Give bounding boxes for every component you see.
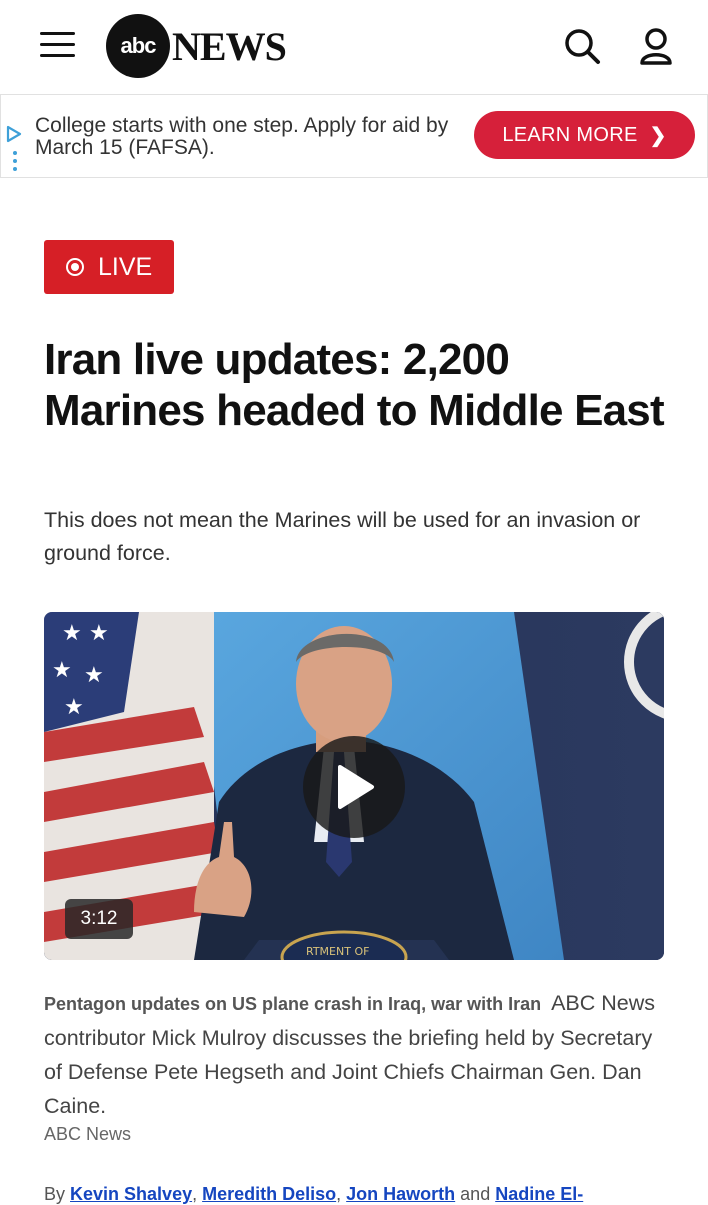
article-dek: This does not mean the Marines will be u… [44, 508, 641, 565]
user-icon[interactable] [636, 26, 676, 66]
abc-logo-mark: abc [106, 14, 170, 78]
live-dot-icon [66, 258, 84, 276]
hamburger-icon[interactable] [40, 30, 76, 60]
author-link[interactable]: Jon Haworth [346, 1184, 455, 1204]
ad-choices-icon[interactable] [5, 123, 23, 173]
svg-text:★: ★ [84, 663, 104, 688]
byline: By Kevin Shalvey, Meredith Deliso, Jon H… [44, 1184, 584, 1204]
svg-text:★: ★ [62, 621, 82, 646]
video-caption: Pentagon updates on US plane crash in Ir… [44, 986, 664, 1123]
learn-more-button[interactable]: LEARN MORE ❯ [474, 111, 695, 159]
ad-text[interactable]: College starts with one step. Apply for … [35, 115, 455, 159]
abc-news-logo[interactable]: abc NEWS [106, 14, 287, 78]
svg-text:★: ★ [64, 695, 84, 720]
video-caption-title: Pentagon updates on US plane crash in Ir… [44, 994, 542, 1014]
author-link[interactable]: Meredith Deliso [202, 1184, 336, 1204]
play-icon [338, 765, 374, 809]
live-label: LIVE [98, 252, 153, 281]
site-header: abc NEWS [0, 0, 708, 92]
author-link[interactable]: Nadine El- [495, 1184, 583, 1204]
news-wordmark: NEWS [172, 23, 287, 69]
video-duration: 3:12 [65, 899, 133, 939]
svg-text:★: ★ [89, 621, 109, 646]
byline-prefix: By [44, 1184, 66, 1204]
article-headline: Iran live updates: 2,200 Marines headed … [44, 335, 665, 435]
video-credit: ABC News [44, 1124, 132, 1144]
play-button[interactable] [303, 736, 405, 838]
chevron-right-icon: ❯ [649, 124, 667, 147]
author-link[interactable]: Kevin Shalvey [70, 1184, 192, 1204]
podium-text: RTMENT OF [306, 945, 369, 958]
search-icon[interactable] [562, 26, 602, 66]
ad-banner[interactable]: College starts with one step. Apply for … [0, 94, 708, 178]
video-player[interactable]: ★ ★ ★ ★ ★ RTMENT OF 3:12 [44, 612, 664, 960]
live-badge[interactable]: LIVE [44, 240, 174, 294]
svg-text:★: ★ [52, 658, 72, 683]
learn-more-label: LEARN MORE [502, 123, 638, 146]
